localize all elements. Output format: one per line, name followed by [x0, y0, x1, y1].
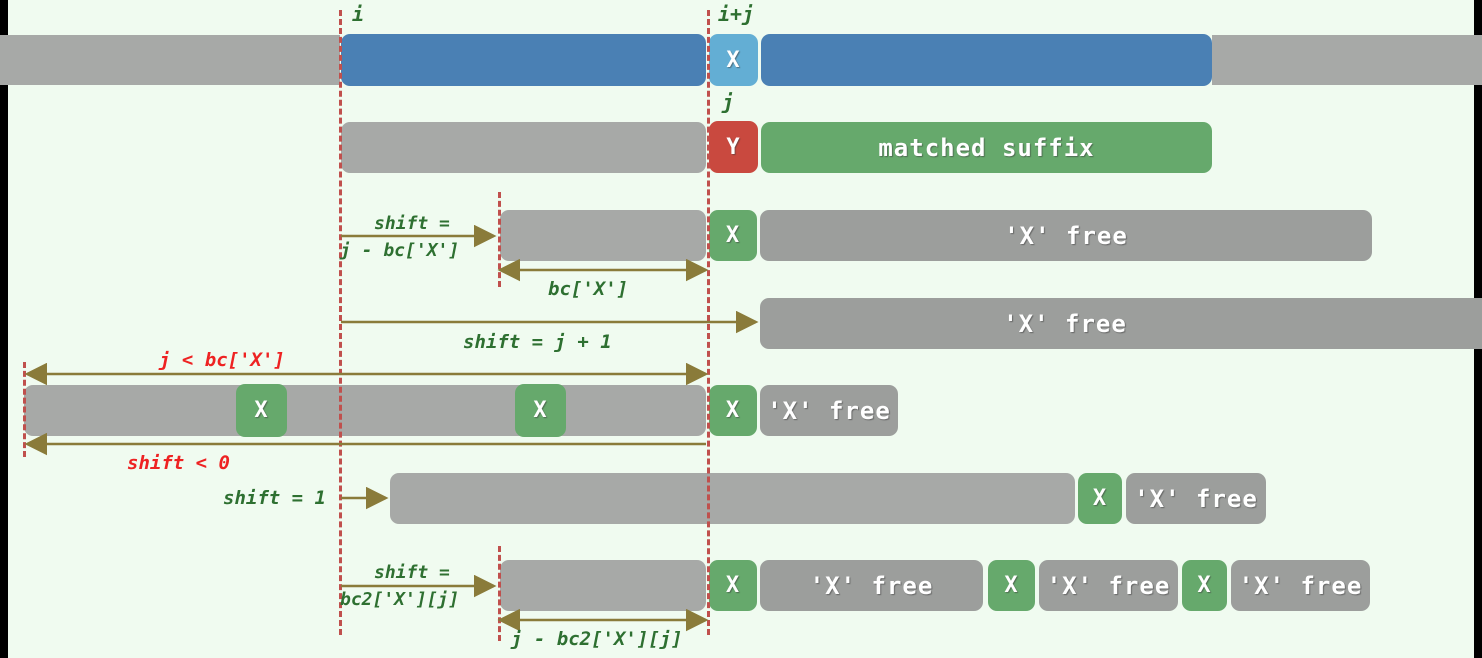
label-bc2-x-j: bc2['X'][j] — [340, 589, 460, 610]
label-j-lt-bc-x: j < bc['X'] — [159, 349, 285, 371]
text-row-prefix — [0, 35, 340, 85]
shift-bc2-row-xfree-2: 'X' free — [1039, 560, 1178, 611]
shift-bc2-row-x-box-2: X — [988, 560, 1035, 611]
label-j-minus-bc2: j - bc2['X'][j] — [511, 628, 683, 650]
neg-shift-row-body — [24, 385, 706, 436]
label-bc-x: bc['X'] — [548, 278, 629, 300]
pattern-row-prefix — [341, 122, 706, 173]
guide-line-shift-bc2-start — [498, 546, 501, 641]
shift1-row-xfree: 'X' free — [1126, 473, 1266, 524]
shift-bc2-row-x-box-1: X — [709, 560, 757, 611]
text-row-suffix — [1212, 35, 1482, 85]
guide-label-i-plus-j: i+j — [718, 2, 755, 26]
label-shift-eq-bc: shift = — [374, 213, 450, 234]
shift-bc-row-x-box: X — [709, 210, 757, 261]
label-shift-lt-0: shift < 0 — [127, 452, 230, 474]
pattern-row-matched-suffix: matched suffix — [761, 122, 1212, 173]
guide-label-j: j — [722, 90, 735, 114]
guide-label-i: i — [352, 2, 365, 26]
shift-bc2-row-prefix — [500, 560, 706, 611]
guide-line-shift-bc-start — [498, 192, 501, 287]
shift-bc2-row-xfree-3: 'X' free — [1231, 560, 1370, 611]
neg-shift-row-xfree: 'X' free — [760, 385, 898, 436]
guide-line-i — [339, 10, 342, 635]
shift-j1-row-xfree: 'X' free — [760, 298, 1482, 349]
shift1-row-x-box: X — [1078, 473, 1122, 524]
page-edge-left — [0, 0, 8, 658]
neg-shift-row-x-box-2: X — [515, 384, 566, 437]
guide-line-i-j — [707, 10, 710, 635]
pattern-row-mismatch-char: Y — [709, 121, 758, 173]
text-row-bad-char: X — [709, 34, 758, 86]
shift1-row-body — [390, 473, 1075, 524]
shift-bc-row-xfree: 'X' free — [760, 210, 1372, 261]
neg-shift-row-x-box-3: X — [709, 385, 757, 436]
text-row-window-right — [761, 34, 1212, 86]
label-j-minus-bc: j - bc['X'] — [340, 240, 460, 261]
shift-bc-row-prefix — [500, 210, 706, 261]
label-shift-eq-bc2: shift = — [374, 562, 450, 583]
guide-line-neg-shift-left — [23, 362, 26, 457]
label-shift-j-plus-1: shift = j + 1 — [463, 331, 612, 353]
shift-bc2-row-xfree-1: 'X' free — [760, 560, 983, 611]
label-shift-eq-1: shift = 1 — [223, 487, 326, 509]
text-row-window-left — [341, 34, 706, 86]
neg-shift-row-x-box-1: X — [236, 384, 287, 437]
shift-bc2-row-x-box-3: X — [1182, 560, 1227, 611]
diagram-canvas: X Y matched suffix X 'X' free 'X' free X… — [0, 0, 1482, 658]
